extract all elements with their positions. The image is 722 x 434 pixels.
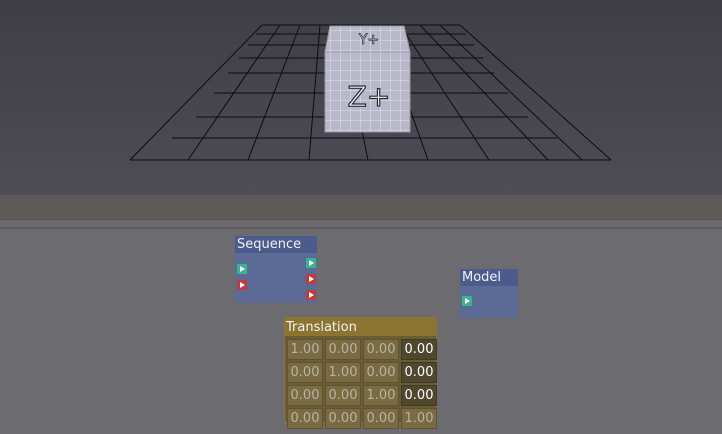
- matrix-cell-r2-c3[interactable]: 0.00: [363, 362, 399, 383]
- matrix-cell-r4-c4[interactable]: 1.00: [401, 408, 437, 429]
- sequence-flow-out-port[interactable]: [306, 258, 316, 268]
- model-node[interactable]: Model: [460, 269, 518, 318]
- matrix-cell-r1-c1[interactable]: 1.00: [287, 339, 323, 360]
- matrix-cell-r3-c3[interactable]: 1.00: [363, 385, 399, 406]
- matrix-cell-r1-c4[interactable]: 0.00: [401, 339, 437, 360]
- matrix-cell-r2-c2[interactable]: 1.00: [325, 362, 361, 383]
- sequence-flow-in-port[interactable]: [237, 264, 247, 274]
- model-node-title: Model: [460, 269, 518, 286]
- matrix-cell-r4-c3[interactable]: 0.00: [363, 408, 399, 429]
- sequence-node[interactable]: Sequence: [235, 236, 317, 303]
- matrix-cell-r3-c2[interactable]: 0.00: [325, 385, 361, 406]
- model-flow-in-port[interactable]: [462, 296, 472, 306]
- matrix-cell-r2-c1[interactable]: 0.00: [287, 362, 323, 383]
- matrix-cell-r3-c1[interactable]: 0.00: [287, 385, 323, 406]
- panel-divider-bar[interactable]: [0, 195, 722, 220]
- 3d-viewport[interactable]: Y+ Z+: [0, 0, 722, 195]
- matrix-cell-r4-c2[interactable]: 0.00: [325, 408, 361, 429]
- sequence-data-out-port-2[interactable]: [306, 290, 316, 300]
- matrix-cell-r3-c4[interactable]: 0.00: [401, 385, 437, 406]
- matrix-cell-r1-c2[interactable]: 0.00: [325, 339, 361, 360]
- matrix-cell-r1-c3[interactable]: 0.00: [363, 339, 399, 360]
- matrix-cell-r4-c1[interactable]: 0.00: [287, 408, 323, 429]
- translation-matrix: 1.00 0.00 0.00 0.00 0.00 1.00 0.00 0.00 …: [285, 336, 437, 431]
- translation-node[interactable]: Translation 1.00 0.00 0.00 0.00 0.00 1.0…: [284, 317, 437, 429]
- translation-node-title: Translation: [285, 318, 436, 336]
- sequence-node-title: Sequence: [235, 236, 317, 253]
- sequence-data-in-port[interactable]: [237, 280, 247, 290]
- cube-front-label: Z+: [348, 80, 391, 113]
- matrix-cell-r2-c4[interactable]: 0.00: [401, 362, 437, 383]
- cube[interactable]: Y+ Z+: [324, 25, 411, 133]
- sequence-data-out-port-1[interactable]: [306, 274, 316, 284]
- cube-top-label: Y+: [358, 32, 379, 48]
